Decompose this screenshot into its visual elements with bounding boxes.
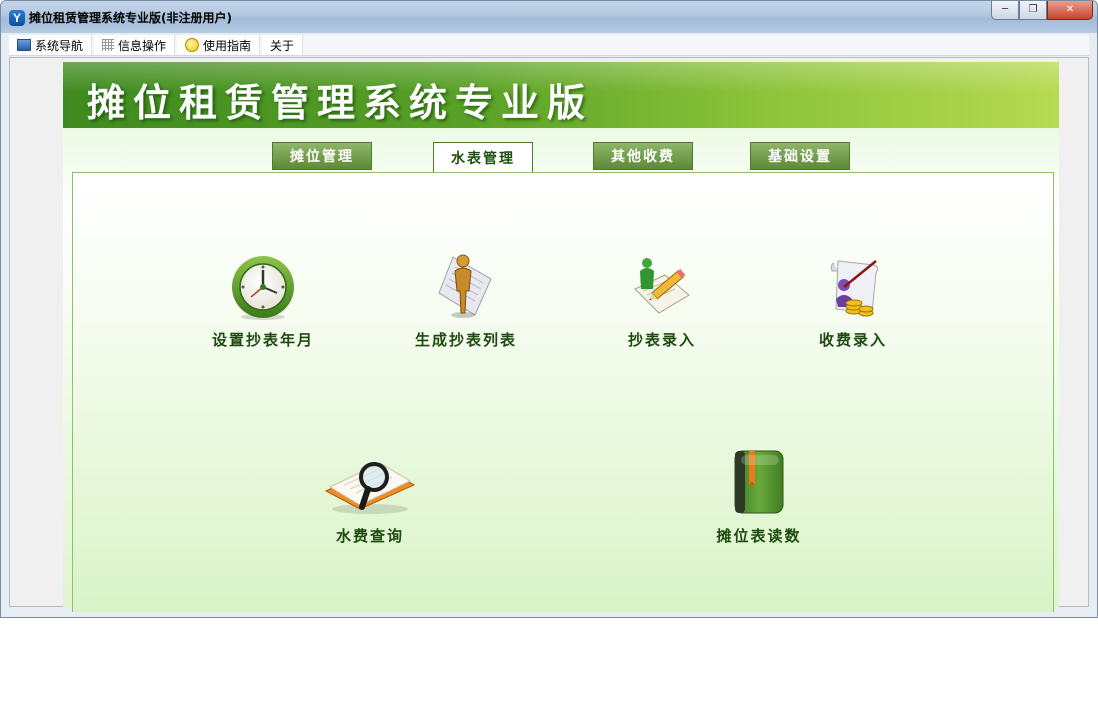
menu-item-label: 使用指南	[203, 38, 252, 53]
function-meter-reading-entry[interactable]: 抄表录入	[582, 245, 742, 350]
menu-item-info-operation[interactable]: 信息操作	[94, 35, 176, 55]
function-payment-entry[interactable]: 收费录入	[773, 245, 933, 350]
green-book-icon	[731, 441, 787, 517]
function-generate-reading-list[interactable]: 生成抄表列表	[386, 245, 546, 350]
help-icon	[185, 38, 200, 52]
function-label: 抄表录入	[627, 331, 696, 349]
navigation-window-icon	[17, 39, 31, 51]
tab-basic-settings[interactable]: 基础设置	[750, 142, 850, 170]
title-bar[interactable]: Y 摊位租赁管理系统专业版(非注册用户) ─ ❐ ✕	[1, 1, 1097, 33]
main-window: Y 摊位租赁管理系统专业版(非注册用户) ─ ❐ ✕ 系统导航 信息操作 使用指…	[0, 0, 1098, 618]
menu-item-user-guide[interactable]: 使用指南	[177, 35, 261, 55]
menu-bar: 系统导航 信息操作 使用指南 关于	[9, 35, 1089, 56]
clock-icon	[230, 245, 296, 321]
tab-panel-water-meter: 设置抄表年月 生成抄表列表 抄表录入 收费录入 水费查询 摊位表读数	[72, 172, 1054, 612]
window-title: 摊位租赁管理系统专业版(非注册用户)	[29, 11, 232, 25]
function-label: 摊位表读数	[716, 527, 802, 545]
tab-other-charges[interactable]: 其他收费	[593, 142, 693, 170]
grid-icon	[102, 39, 115, 51]
tab-stall-management[interactable]: 摊位管理	[272, 142, 372, 170]
coins-receipt-icon	[820, 245, 886, 321]
function-set-reading-month[interactable]: 设置抄表年月	[183, 245, 343, 350]
function-label: 收费录入	[818, 331, 887, 349]
pencil-document-icon	[629, 245, 695, 321]
person-document-icon	[433, 245, 499, 321]
function-label: 水费查询	[335, 527, 404, 545]
function-stall-meter-reading[interactable]: 摊位表读数	[679, 441, 839, 546]
magnifier-document-icon	[322, 441, 418, 517]
function-label: 生成抄表列表	[414, 331, 517, 349]
menu-item-label: 系统导航	[35, 38, 84, 53]
close-button[interactable]: ✕	[1047, 1, 1093, 20]
app-logo-icon: Y	[9, 10, 25, 26]
menu-item-about[interactable]: 关于	[262, 35, 304, 55]
header-banner: 摊位租赁管理系统专业版	[63, 62, 1059, 128]
menu-item-label: 信息操作	[118, 38, 167, 53]
window-controls: ─ ❐ ✕	[991, 1, 1093, 20]
function-label: 设置抄表年月	[211, 331, 314, 349]
restore-button[interactable]: ❐	[1019, 1, 1047, 20]
banner-title: 摊位租赁管理系统专业版	[87, 80, 594, 125]
main-content: 摊位租赁管理系统专业版 摊位管理 水表管理 其他收费 基础设置 设置抄表年月 生…	[63, 62, 1059, 612]
tab-water-meter-management[interactable]: 水表管理	[433, 142, 533, 173]
function-water-fee-query[interactable]: 水费查询	[290, 441, 450, 546]
menu-item-label: 关于	[270, 38, 295, 53]
minimize-button[interactable]: ─	[991, 1, 1019, 20]
menu-item-system-navigation[interactable]: 系统导航	[9, 35, 93, 55]
